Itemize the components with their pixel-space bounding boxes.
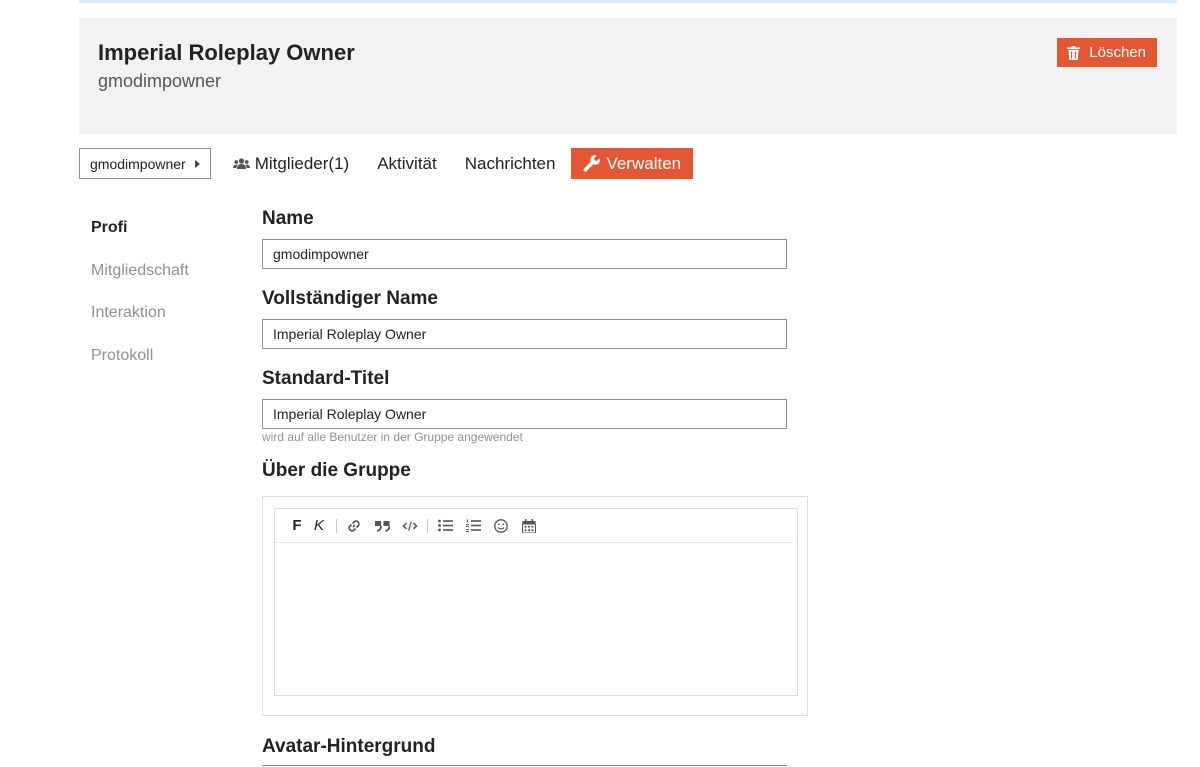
link-icon[interactable]: [343, 515, 365, 537]
delete-button[interactable]: Löschen: [1057, 38, 1157, 67]
caret-right-icon: [194, 159, 200, 168]
sidebar-item-membership[interactable]: Mitgliedschaft: [91, 258, 189, 301]
group-nav: gmodimpowner Mitglieder(1) Aktivität Nac…: [79, 148, 694, 179]
tab-messages-label: Nachrichten: [464, 153, 556, 173]
numbered-list-icon[interactable]: [462, 515, 484, 537]
tab-activity-label: Aktivität: [377, 153, 437, 173]
sidebar-item-log[interactable]: Protokoll: [91, 343, 189, 386]
editor-textarea[interactable]: [275, 543, 797, 693]
emoji-icon[interactable]: [490, 515, 512, 537]
manage-sidebar: Profi Mitgliedschaft Interaktion Protoko…: [91, 215, 189, 385]
group-header: Imperial Roleplay Owner gmodimpowner Lös…: [79, 18, 1177, 134]
quote-icon[interactable]: [371, 515, 393, 537]
name-label: Name: [262, 208, 314, 229]
default-title-input[interactable]: [262, 399, 787, 429]
code-icon[interactable]: [399, 515, 421, 537]
editor-container: F K: [274, 508, 798, 696]
breadcrumb-dropdown[interactable]: gmodimpowner: [79, 148, 211, 179]
avatar-background-label: Avatar-Hintergrund: [262, 736, 436, 757]
tab-members[interactable]: Mitglieder(1): [219, 148, 363, 179]
name-input[interactable]: [262, 239, 787, 269]
group-title: Imperial Roleplay Owner: [98, 40, 355, 65]
full-name-label: Vollständiger Name: [262, 288, 438, 309]
editor-toolbar: F K: [275, 509, 793, 543]
tab-messages[interactable]: Nachrichten: [451, 148, 570, 179]
users-icon: [232, 157, 250, 169]
bullet-list-icon[interactable]: [434, 515, 456, 537]
sidebar-item-profile[interactable]: Profi: [91, 215, 189, 258]
full-name-input[interactable]: [262, 319, 787, 349]
tab-members-label: Mitglieder(1): [254, 153, 350, 173]
calendar-icon[interactable]: [518, 515, 540, 537]
toolbar-divider: [336, 518, 337, 533]
delete-button-label: Löschen: [1089, 44, 1146, 61]
about-label: Über die Gruppe: [262, 460, 411, 481]
wrench-icon: [583, 155, 601, 172]
tab-activity[interactable]: Aktivität: [363, 148, 451, 179]
sidebar-item-interaction[interactable]: Interaktion: [91, 300, 189, 343]
tab-manage[interactable]: Verwalten: [571, 148, 694, 179]
group-subtitle: gmodimpowner: [98, 71, 222, 91]
italic-button[interactable]: K: [308, 515, 330, 537]
about-editor: F K: [262, 496, 808, 716]
toolbar-divider: [427, 518, 428, 533]
trash-icon: [1067, 45, 1081, 60]
breadcrumb-label: gmodimpowner: [90, 155, 186, 172]
default-title-label: Standard-Titel: [262, 368, 390, 389]
default-title-hint: wird auf alle Benutzer in der Gruppe ang…: [262, 430, 523, 444]
profile-form: Name Vollständiger Name Standard-Titel w…: [262, 208, 822, 482]
bold-button[interactable]: F: [286, 515, 308, 537]
top-strip: [79, 0, 1177, 3]
tab-manage-label: Verwalten: [606, 153, 682, 173]
